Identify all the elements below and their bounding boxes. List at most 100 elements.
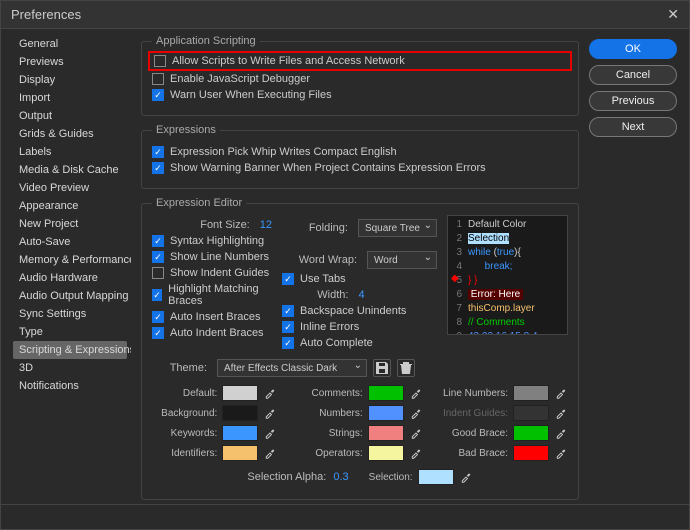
- trash-icon[interactable]: [397, 359, 415, 377]
- checkbox-syntax-hl[interactable]: ✓: [152, 235, 164, 247]
- eyedropper-icon[interactable]: [409, 446, 423, 460]
- checkbox-enable-debugger[interactable]: [152, 73, 164, 85]
- sidebar-item-type[interactable]: Type: [13, 323, 127, 341]
- checkbox-line-numbers[interactable]: ✓: [152, 251, 164, 263]
- checkbox-inline-errors[interactable]: ✓: [282, 321, 294, 333]
- row-back-unindent[interactable]: ✓Backspace Unindents: [282, 305, 437, 317]
- close-icon[interactable]: ✕: [667, 6, 679, 23]
- swatch-default[interactable]: [222, 385, 258, 401]
- label-allow-write: Allow Scripts to Write Files and Access …: [172, 55, 405, 67]
- sidebar-item-audio-hardware[interactable]: Audio Hardware: [13, 269, 127, 287]
- sidebar-item-memory-performance[interactable]: Memory & Performance: [13, 251, 127, 269]
- ok-button[interactable]: OK: [589, 39, 677, 59]
- eyedropper-icon[interactable]: [554, 426, 568, 440]
- value-selection-alpha[interactable]: 0.3: [333, 471, 348, 483]
- sidebar-item-labels[interactable]: Labels: [13, 143, 127, 161]
- row-allow-scripts-write[interactable]: Allow Scripts to Write Files and Access …: [148, 51, 572, 71]
- row-use-tabs[interactable]: ✓Use Tabs: [282, 273, 437, 285]
- fieldset-editor: Expression Editor Font Size:12 ✓Syntax H…: [141, 197, 579, 500]
- sidebar-item-appearance[interactable]: Appearance: [13, 197, 127, 215]
- checkbox-allow-write[interactable]: [154, 55, 166, 67]
- dialog-title: Preferences: [11, 7, 81, 22]
- eyedropper-icon[interactable]: [409, 426, 423, 440]
- eyedropper-icon[interactable]: [263, 446, 277, 460]
- swatch-line_numbers[interactable]: [513, 385, 549, 401]
- row-inline-errors[interactable]: ✓Inline Errors: [282, 321, 437, 333]
- swatch-indent_guides[interactable]: [513, 405, 549, 421]
- sidebar-item-general[interactable]: General: [13, 35, 127, 53]
- swatch-background[interactable]: [222, 405, 258, 421]
- swatch-numbers[interactable]: [368, 405, 404, 421]
- eyedropper-icon[interactable]: [459, 470, 473, 484]
- sidebar-item-scripting-expressions[interactable]: Scripting & Expressions: [13, 341, 127, 359]
- sidebar-item-notifications[interactable]: Notifications: [13, 377, 127, 395]
- row-show-warning[interactable]: ✓ Show Warning Banner When Project Conta…: [152, 162, 568, 174]
- swatch-identifiers[interactable]: [222, 445, 258, 461]
- legend-app-scripting: Application Scripting: [152, 35, 260, 47]
- sidebar-item-audio-output-mapping[interactable]: Audio Output Mapping: [13, 287, 127, 305]
- row-syntax-hl[interactable]: ✓Syntax Highlighting: [152, 235, 272, 247]
- row-auto-indent[interactable]: ✓Auto Indent Braces: [152, 327, 272, 339]
- swatch-selection[interactable]: [418, 469, 454, 485]
- swatch-keywords[interactable]: [222, 425, 258, 441]
- eyedropper-icon[interactable]: [554, 386, 568, 400]
- checkbox-use-tabs[interactable]: ✓: [282, 273, 294, 285]
- sidebar-item-output[interactable]: Output: [13, 107, 127, 125]
- eyedropper-icon[interactable]: [554, 446, 568, 460]
- fieldset-app-scripting: Application Scripting Allow Scripts to W…: [141, 35, 579, 116]
- swatch-good_brace[interactable]: [513, 425, 549, 441]
- legend-expressions: Expressions: [152, 124, 220, 136]
- sidebar-item-import[interactable]: Import: [13, 89, 127, 107]
- label-warn-exec: Warn User When Executing Files: [170, 89, 332, 101]
- swatch-operators[interactable]: [368, 445, 404, 461]
- save-theme-icon[interactable]: [373, 359, 391, 377]
- row-line-numbers[interactable]: ✓Show Line Numbers: [152, 251, 272, 263]
- row-indent-guides[interactable]: Show Indent Guides: [152, 267, 272, 279]
- eyedropper-icon[interactable]: [263, 426, 277, 440]
- row-match-braces[interactable]: ✓Highlight Matching Braces: [152, 283, 272, 307]
- checkbox-show-warning[interactable]: ✓: [152, 162, 164, 174]
- eyedropper-icon[interactable]: [554, 406, 568, 420]
- checkbox-match-braces[interactable]: ✓: [152, 289, 162, 301]
- sidebar-item-media-disk-cache[interactable]: Media & Disk Cache: [13, 161, 127, 179]
- eyedropper-icon[interactable]: [263, 386, 277, 400]
- row-auto-complete[interactable]: ✓Auto Complete: [282, 337, 437, 349]
- checkbox-indent-guides[interactable]: [152, 267, 164, 279]
- sidebar-item-3d[interactable]: 3D: [13, 359, 127, 377]
- label-font-size: Font Size:: [152, 219, 250, 231]
- sidebar-item-video-preview[interactable]: Video Preview: [13, 179, 127, 197]
- checkbox-auto-insert[interactable]: ✓: [152, 311, 164, 323]
- select-wordwrap[interactable]: Word: [367, 251, 437, 269]
- eyedropper-icon[interactable]: [409, 406, 423, 420]
- eyedropper-icon[interactable]: [409, 386, 423, 400]
- value-font-size[interactable]: 12: [260, 219, 272, 231]
- sidebar-item-auto-save[interactable]: Auto-Save: [13, 233, 127, 251]
- row-enable-debugger[interactable]: Enable JavaScript Debugger: [152, 73, 568, 85]
- titlebar: Preferences ✕: [1, 1, 689, 29]
- sidebar-item-grids-guides[interactable]: Grids & Guides: [13, 125, 127, 143]
- checkbox-back-unindent[interactable]: ✓: [282, 305, 294, 317]
- select-folding[interactable]: Square Tree: [358, 219, 437, 237]
- next-button[interactable]: Next: [589, 117, 677, 137]
- row-auto-insert[interactable]: ✓Auto Insert Braces: [152, 311, 272, 323]
- swatch-comments[interactable]: [368, 385, 404, 401]
- swatch-bad_brace[interactable]: [513, 445, 549, 461]
- row-warn-exec[interactable]: ✓ Warn User When Executing Files: [152, 89, 568, 101]
- swatch-strings[interactable]: [368, 425, 404, 441]
- checkbox-auto-indent[interactable]: ✓: [152, 327, 164, 339]
- sidebar-item-new-project[interactable]: New Project: [13, 215, 127, 233]
- sidebar-item-previews[interactable]: Previews: [13, 53, 127, 71]
- checkbox-pick-whip[interactable]: ✓: [152, 146, 164, 158]
- sidebar-item-sync-settings[interactable]: Sync Settings: [13, 305, 127, 323]
- fieldset-expressions: Expressions ✓ Expression Pick Whip Write…: [141, 124, 579, 189]
- select-theme[interactable]: After Effects Classic Dark: [217, 359, 367, 377]
- cancel-button[interactable]: Cancel: [589, 65, 677, 85]
- eyedropper-icon[interactable]: [263, 406, 277, 420]
- checkbox-warn-exec[interactable]: ✓: [152, 89, 164, 101]
- value-tab-width[interactable]: 4: [358, 289, 364, 301]
- previous-button[interactable]: Previous: [589, 91, 677, 111]
- sidebar-item-display[interactable]: Display: [13, 71, 127, 89]
- sidebar: GeneralPreviewsDisplayImportOutputGrids …: [1, 29, 131, 504]
- row-pick-whip[interactable]: ✓ Expression Pick Whip Writes Compact En…: [152, 146, 568, 158]
- checkbox-auto-complete[interactable]: ✓: [282, 337, 294, 349]
